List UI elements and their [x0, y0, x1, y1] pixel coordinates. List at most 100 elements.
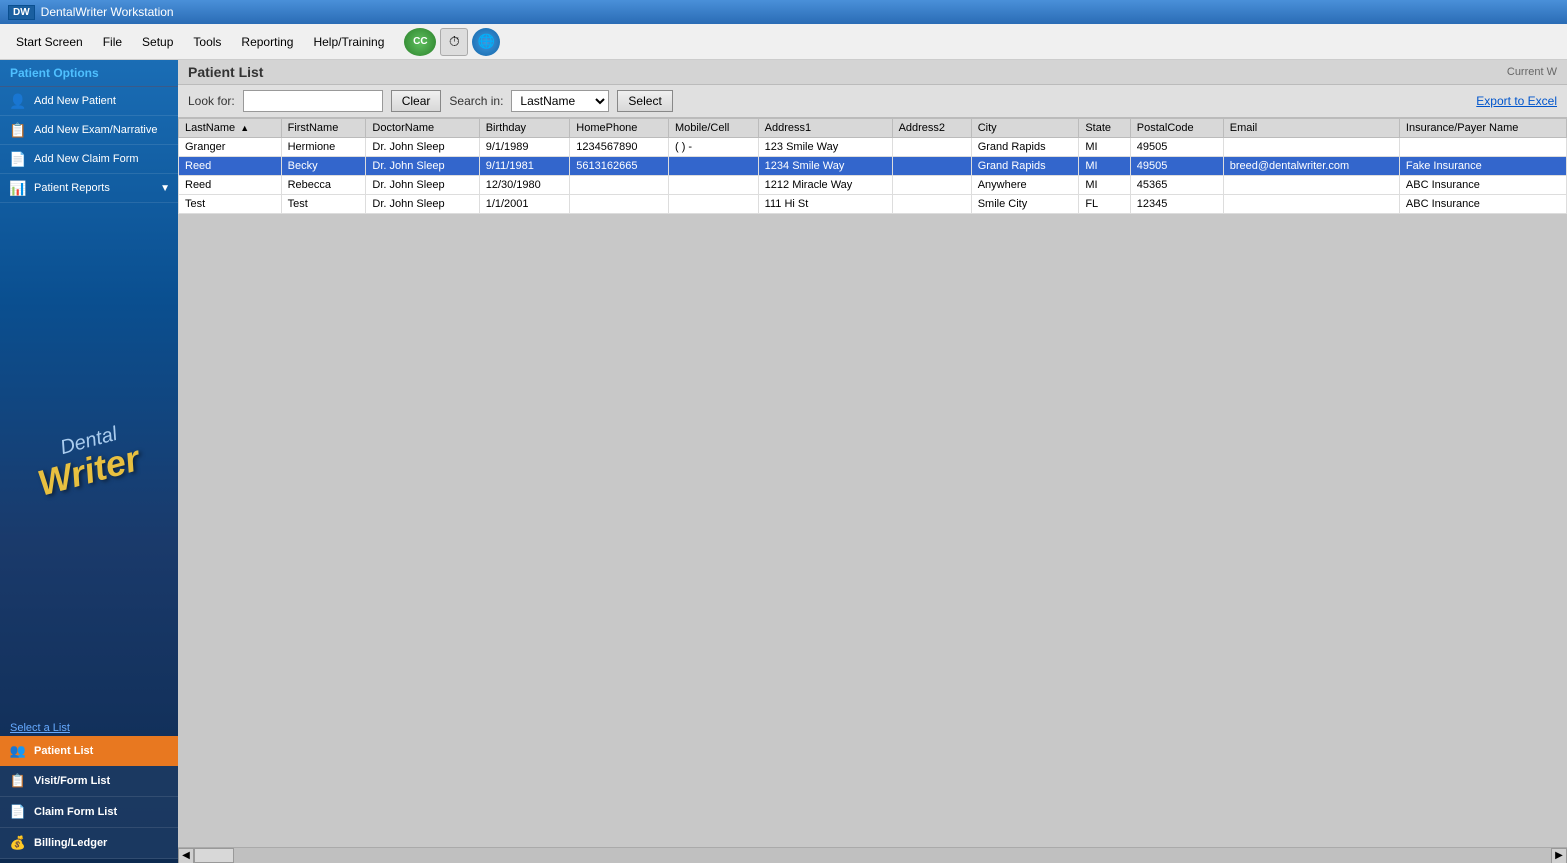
col-mobilecell[interactable]: Mobile/Cell	[668, 119, 758, 138]
search-section: Look for: Clear Search in: LastName Firs…	[178, 85, 1567, 118]
col-state[interactable]: State	[1079, 119, 1130, 138]
cell-birthday: 9/11/1981	[479, 157, 570, 176]
current-w-label: Current W	[1507, 66, 1557, 78]
cell-mobilecell: ( ) -	[668, 138, 758, 157]
cell-homephone: 1234567890	[570, 138, 669, 157]
cell-email	[1223, 138, 1399, 157]
col-city[interactable]: City	[971, 119, 1079, 138]
menu-file[interactable]: File	[95, 32, 130, 52]
col-email[interactable]: Email	[1223, 119, 1399, 138]
menu-setup[interactable]: Setup	[134, 32, 181, 52]
patient-reports-button[interactable]: 📊 Patient Reports ▼	[0, 174, 178, 203]
search-input[interactable]	[243, 90, 383, 112]
cell-mobilecell	[668, 176, 758, 195]
cell-city: Grand Rapids	[971, 157, 1079, 176]
writer-text: Writer	[34, 440, 143, 502]
cell-insurance: ABC Insurance	[1399, 195, 1566, 214]
globe-icon[interactable]: 🌐	[472, 28, 500, 56]
search-in-label: Search in:	[449, 94, 503, 108]
person-icon: 👤	[8, 92, 28, 110]
add-new-patient-button[interactable]: 👤 Add New Patient	[0, 87, 178, 116]
cell-firstname: Test	[281, 195, 366, 214]
cell-firstname: Becky	[281, 157, 366, 176]
menu-reporting[interactable]: Reporting	[233, 32, 301, 52]
claim-form-label: Claim Form List	[34, 806, 117, 818]
claim-icon: 📄	[8, 150, 28, 168]
menu-tools[interactable]: Tools	[185, 32, 229, 52]
col-postalcode[interactable]: PostalCode	[1130, 119, 1223, 138]
cell-lastname: Test	[179, 195, 282, 214]
col-firstname[interactable]: FirstName	[281, 119, 366, 138]
cell-address1: 1212 Miracle Way	[758, 176, 892, 195]
scroll-track[interactable]	[194, 848, 1551, 863]
cell-doctorname: Dr. John Sleep	[366, 157, 479, 176]
cell-city: Grand Rapids	[971, 138, 1079, 157]
col-lastname[interactable]: LastName ▲	[179, 119, 282, 138]
nav-billing-ledger[interactable]: 💰 Billing/Ledger	[0, 828, 178, 859]
col-birthday[interactable]: Birthday	[479, 119, 570, 138]
table-row[interactable]: ReedBeckyDr. John Sleep9/11/198156131626…	[179, 157, 1567, 176]
search-in-select[interactable]: LastName FirstName DoctorName Birthday H…	[511, 90, 609, 112]
cell-lastname: Reed	[179, 176, 282, 195]
select-list-link[interactable]: Select a List	[0, 720, 178, 736]
look-for-label: Look for:	[188, 94, 235, 108]
clear-button[interactable]: Clear	[391, 90, 442, 112]
export-to-excel-link[interactable]: Export to Excel	[1476, 94, 1557, 108]
title-bar: DW DentalWriter Workstation	[0, 0, 1567, 24]
cell-city: Anywhere	[971, 176, 1079, 195]
col-insurance[interactable]: Insurance/Payer Name	[1399, 119, 1566, 138]
cell-address2	[892, 138, 971, 157]
cell-postalcode: 45365	[1130, 176, 1223, 195]
col-address2[interactable]: Address2	[892, 119, 971, 138]
menu-start-screen[interactable]: Start Screen	[8, 32, 91, 52]
cell-doctorname: Dr. John Sleep	[366, 138, 479, 157]
cell-address1: 123 Smile Way	[758, 138, 892, 157]
menu-help-training[interactable]: Help/Training	[305, 32, 392, 52]
cell-state: MI	[1079, 138, 1130, 157]
cell-email	[1223, 195, 1399, 214]
page-title: Patient List	[188, 64, 263, 80]
table-row[interactable]: TestTestDr. John Sleep1/1/2001111 Hi StS…	[179, 195, 1567, 214]
clock-icon[interactable]: ⏱	[440, 28, 468, 56]
select-button[interactable]: Select	[617, 90, 672, 112]
scroll-thumb[interactable]	[194, 848, 234, 863]
claim-form-icon: 📄	[8, 803, 28, 821]
cell-homephone	[570, 195, 669, 214]
scroll-right-button[interactable]: ▶	[1551, 848, 1567, 863]
add-new-exam-button[interactable]: 📋 Add New Exam/Narrative	[0, 116, 178, 145]
add-new-claim-button[interactable]: 📄 Add New Claim Form	[0, 145, 178, 174]
exam-icon: 📋	[8, 121, 28, 139]
nav-patient-list[interactable]: 👥 Patient List	[0, 736, 178, 766]
col-doctorname[interactable]: DoctorName	[366, 119, 479, 138]
cell-lastname: Granger	[179, 138, 282, 157]
patient-table-container[interactable]: LastName ▲ FirstName DoctorName Birthday…	[178, 118, 1567, 847]
cell-postalcode: 12345	[1130, 195, 1223, 214]
page-title-bar: Patient List Current W	[178, 60, 1567, 85]
scroll-left-button[interactable]: ◀	[178, 848, 194, 863]
cell-insurance: Fake Insurance	[1399, 157, 1566, 176]
reports-icon: 📊	[8, 179, 28, 197]
table-header-row: LastName ▲ FirstName DoctorName Birthday…	[179, 119, 1567, 138]
billing-label: Billing/Ledger	[34, 837, 107, 849]
content-area: Patient List Current W Look for: Clear S…	[178, 60, 1567, 863]
table-row[interactable]: GrangerHermioneDr. John Sleep9/1/1989123…	[179, 138, 1567, 157]
table-row[interactable]: ReedRebeccaDr. John Sleep12/30/19801212 …	[179, 176, 1567, 195]
add-new-claim-label: Add New Claim Form	[34, 153, 139, 165]
add-new-exam-label: Add New Exam/Narrative	[34, 124, 158, 136]
visit-form-label: Visit/Form List	[34, 775, 110, 787]
nav-visit-form-list[interactable]: 📋 Visit/Form List	[0, 766, 178, 797]
cell-address2	[892, 195, 971, 214]
col-address1[interactable]: Address1	[758, 119, 892, 138]
nav-claim-form-list[interactable]: 📄 Claim Form List	[0, 797, 178, 828]
patient-options-header: Patient Options	[0, 60, 178, 87]
table-body: GrangerHermioneDr. John Sleep9/1/1989123…	[179, 138, 1567, 214]
clean-code-icon[interactable]: CC	[404, 28, 436, 56]
col-homephone[interactable]: HomePhone	[570, 119, 669, 138]
visit-form-icon: 📋	[8, 772, 28, 790]
add-new-patient-label: Add New Patient	[34, 95, 116, 107]
horizontal-scrollbar[interactable]: ◀ ▶	[178, 847, 1567, 863]
cell-postalcode: 49505	[1130, 157, 1223, 176]
cell-firstname: Rebecca	[281, 176, 366, 195]
cell-state: FL	[1079, 195, 1130, 214]
cell-address2	[892, 176, 971, 195]
